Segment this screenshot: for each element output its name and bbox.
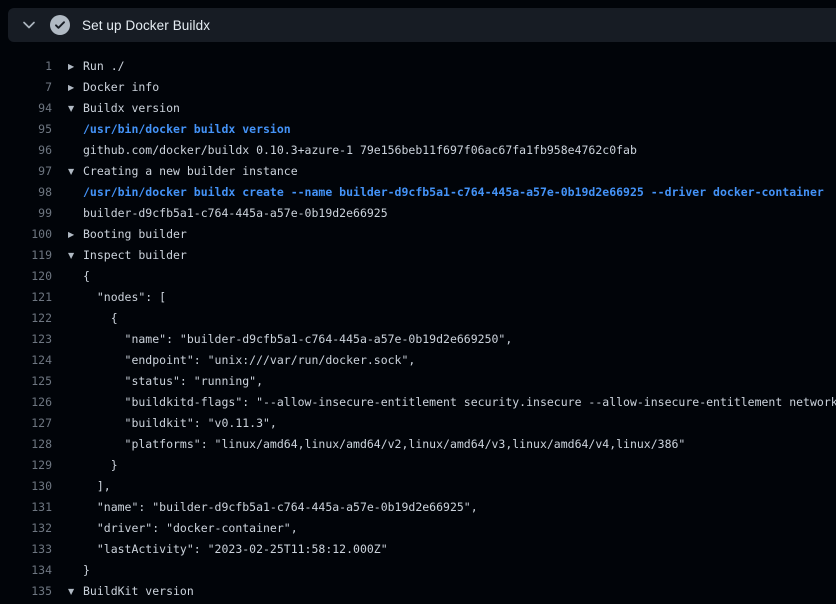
group-arrow-icon: ▼	[68, 245, 78, 266]
line-number[interactable]: 131	[0, 497, 52, 518]
line-number[interactable]: 97	[0, 161, 52, 182]
log-line: 1 ▶ Run ./	[0, 56, 836, 77]
log-line-content[interactable]: ▼ BuildKit version	[68, 581, 194, 602]
line-number[interactable]: 96	[0, 140, 52, 161]
line-number[interactable]: 126	[0, 392, 52, 413]
line-number[interactable]: 125	[0, 371, 52, 392]
group-label: Run ./	[83, 56, 125, 77]
line-number[interactable]: 7	[0, 77, 52, 98]
log-line-content: "name": "builder-d9cfb5a1-c764-445a-a57e…	[68, 497, 478, 518]
line-number[interactable]: 127	[0, 413, 52, 434]
log-line: 132 "driver": "docker-container",	[0, 518, 836, 539]
log-line-content[interactable]: ▼ Creating a new builder instance	[68, 161, 298, 182]
log-viewer: Set up Docker Buildx 1 ▶ Run ./ 7 ▶ Dock…	[0, 8, 836, 604]
line-number[interactable]: 121	[0, 287, 52, 308]
group-arrow-icon: ▼	[68, 581, 78, 602]
line-number[interactable]: 130	[0, 476, 52, 497]
log-line-content: "lastActivity": "2023-02-25T11:58:12.000…	[68, 539, 388, 560]
line-number[interactable]: 128	[0, 434, 52, 455]
log-line: 127 "buildkit": "v0.11.3",	[0, 413, 836, 434]
log-line-content: "nodes": [	[68, 287, 166, 308]
log-line-content: builder-d9cfb5a1-c764-445a-a57e-0b19d2e6…	[68, 203, 388, 224]
log-line: 129 }	[0, 455, 836, 476]
log-line: 96 github.com/docker/buildx 0.10.3+azure…	[0, 140, 836, 161]
group-arrow-icon: ▶	[68, 224, 78, 245]
log-line-content: }	[68, 455, 118, 476]
log-line-content: "name": "builder-d9cfb5a1-c764-445a-a57e…	[68, 329, 512, 350]
log-line-content: "endpoint": "unix:///var/run/docker.sock…	[68, 350, 415, 371]
log-line: 122 {	[0, 308, 836, 329]
line-number[interactable]: 124	[0, 350, 52, 371]
log-line: 123 "name": "builder-d9cfb5a1-c764-445a-…	[0, 329, 836, 350]
line-number[interactable]: 119	[0, 245, 52, 266]
log-line-content: {	[68, 266, 90, 287]
line-number[interactable]: 132	[0, 518, 52, 539]
group-arrow-icon: ▶	[68, 56, 78, 77]
log-line-content: }	[68, 560, 90, 581]
log-line: 95 /usr/bin/docker buildx version	[0, 119, 836, 140]
log-line: 134 }	[0, 560, 836, 581]
log-line: 121 "nodes": [	[0, 287, 836, 308]
log-line: 124 "endpoint": "unix:///var/run/docker.…	[0, 350, 836, 371]
log-line: 7 ▶ Docker info	[0, 77, 836, 98]
log-line-content[interactable]: ▶ Booting builder	[68, 224, 187, 245]
log-line-content: ],	[68, 476, 111, 497]
log-line: 98 /usr/bin/docker buildx create --name …	[0, 182, 836, 203]
line-number[interactable]: 94	[0, 98, 52, 119]
log-line-content: /usr/bin/docker buildx create --name bui…	[68, 182, 824, 203]
log-line: 119 ▼ Inspect builder	[0, 245, 836, 266]
log-line: 126 "buildkitd-flags": "--allow-insecure…	[0, 392, 836, 413]
log-line-content: github.com/docker/buildx 0.10.3+azure-1 …	[68, 140, 637, 161]
line-number[interactable]: 123	[0, 329, 52, 350]
log-line: 97 ▼ Creating a new builder instance	[0, 161, 836, 182]
log-line: 133 "lastActivity": "2023-02-25T11:58:12…	[0, 539, 836, 560]
line-number[interactable]: 99	[0, 203, 52, 224]
log-line: 130 ],	[0, 476, 836, 497]
line-number[interactable]: 120	[0, 266, 52, 287]
line-number[interactable]: 135	[0, 581, 52, 602]
check-circle-icon	[50, 15, 70, 35]
log-line-content[interactable]: ▶ Run ./	[68, 56, 125, 77]
group-arrow-icon: ▼	[68, 98, 78, 119]
log-line-content: "buildkitd-flags": "--allow-insecure-ent…	[68, 392, 836, 413]
line-number[interactable]: 133	[0, 539, 52, 560]
log-line-content[interactable]: ▼ Buildx version	[68, 98, 180, 119]
line-number[interactable]: 134	[0, 560, 52, 581]
log-line: 99 builder-d9cfb5a1-c764-445a-a57e-0b19d…	[0, 203, 836, 224]
group-label: Docker info	[83, 77, 159, 98]
chevron-down-icon[interactable]	[21, 17, 37, 33]
line-number[interactable]: 1	[0, 56, 52, 77]
group-arrow-icon: ▼	[68, 161, 78, 182]
log-line: 128 "platforms": "linux/amd64,linux/amd6…	[0, 434, 836, 455]
log-line: 120 {	[0, 266, 836, 287]
log-line-content: "driver": "docker-container",	[68, 518, 298, 539]
line-number[interactable]: 100	[0, 224, 52, 245]
log-line-content[interactable]: ▶ Docker info	[68, 77, 159, 98]
log-line-content[interactable]: ▼ Inspect builder	[68, 245, 187, 266]
line-number[interactable]: 122	[0, 308, 52, 329]
step-header[interactable]: Set up Docker Buildx	[8, 8, 836, 42]
log-line: 131 "name": "builder-d9cfb5a1-c764-445a-…	[0, 497, 836, 518]
log-line-content: "buildkit": "v0.11.3",	[68, 413, 277, 434]
step-title: Set up Docker Buildx	[82, 18, 210, 33]
group-label: Inspect builder	[83, 245, 187, 266]
log-area: 1 ▶ Run ./ 7 ▶ Docker info 94 ▼ Buildx v…	[0, 56, 836, 604]
group-label: Buildx version	[83, 98, 180, 119]
log-line: 125 "status": "running",	[0, 371, 836, 392]
line-number[interactable]: 129	[0, 455, 52, 476]
log-line: 135 ▼ BuildKit version	[0, 581, 836, 602]
group-label: BuildKit version	[83, 581, 194, 602]
group-label: Booting builder	[83, 224, 187, 245]
group-label: Creating a new builder instance	[83, 161, 298, 182]
log-line-content: "platforms": "linux/amd64,linux/amd64/v2…	[68, 434, 685, 455]
log-line-content: {	[68, 308, 118, 329]
log-line-content: "status": "running",	[68, 371, 263, 392]
line-number[interactable]: 98	[0, 182, 52, 203]
line-number[interactable]: 95	[0, 119, 52, 140]
log-line-content: /usr/bin/docker buildx version	[68, 119, 291, 140]
log-line: 94 ▼ Buildx version	[0, 98, 836, 119]
log-line: 100 ▶ Booting builder	[0, 224, 836, 245]
group-arrow-icon: ▶	[68, 77, 78, 98]
